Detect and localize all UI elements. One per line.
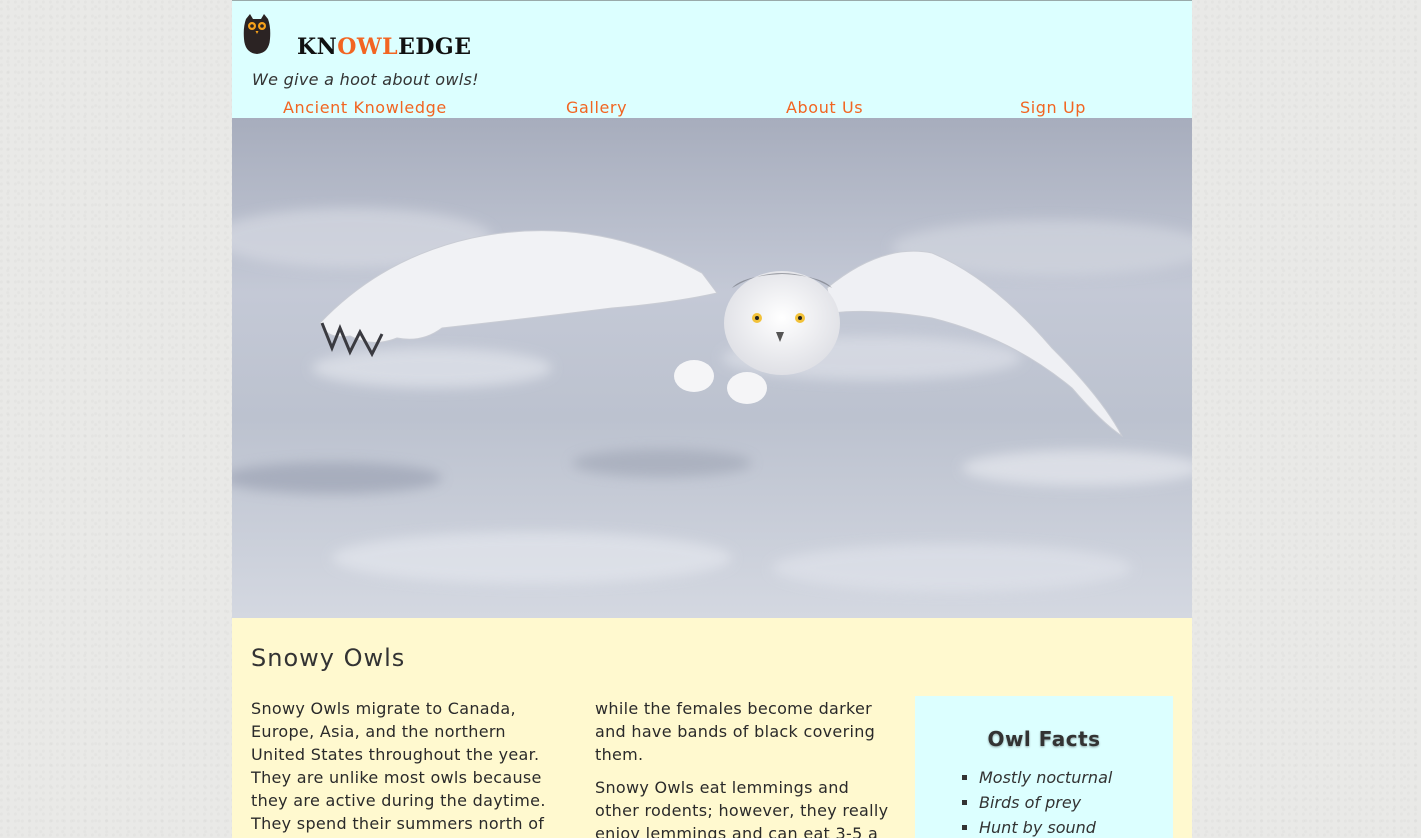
brand-prefix: KN bbox=[297, 34, 338, 60]
snowy-owl-photo-icon bbox=[232, 118, 1192, 618]
nav-link-gallery[interactable]: Gallery bbox=[566, 98, 627, 117]
owl-facts-title: Owl Facts bbox=[987, 727, 1101, 751]
main-nav: Ancient Knowledge Gallery About Us Sign … bbox=[232, 96, 1192, 120]
brand-suffix: EDGE bbox=[398, 34, 472, 60]
section-title: Snowy Owls bbox=[251, 644, 406, 672]
owl-fact-item: Mostly nocturnal bbox=[979, 765, 1112, 790]
nav-link-about-us[interactable]: About Us bbox=[786, 98, 863, 117]
owl-fact-item: Birds of prey bbox=[979, 790, 1112, 815]
article-column-2: while the females become darker and have… bbox=[595, 697, 895, 838]
article-paragraph: while the females become darker and have… bbox=[595, 699, 876, 764]
owl-fact-item: Hunt by sound bbox=[979, 815, 1112, 838]
article-paragraph: Snowy Owls eat lemmings and other rodent… bbox=[595, 778, 889, 838]
owl-facts-list: Mostly nocturnal Birds of prey Hunt by s… bbox=[962, 765, 1112, 838]
article-column-1: Snowy Owls migrate to Canada, Europe, As… bbox=[251, 697, 561, 838]
hero-image bbox=[232, 118, 1192, 618]
main-content: Snowy Owls Snowy Owls migrate to Canada,… bbox=[232, 618, 1192, 838]
nav-link-sign-up[interactable]: Sign Up bbox=[1020, 98, 1086, 117]
owl-logo-icon[interactable] bbox=[243, 13, 271, 55]
brand-highlight: OWL bbox=[337, 34, 399, 60]
brand-wordmark[interactable]: KNOWLEDGE bbox=[297, 34, 471, 60]
nav-link-ancient-knowledge[interactable]: Ancient Knowledge bbox=[283, 98, 447, 117]
owl-facts-panel: Owl Facts Mostly nocturnal Birds of prey… bbox=[915, 696, 1173, 838]
site-header: KNOWLEDGE We give a hoot about owls! Anc… bbox=[232, 0, 1192, 118]
tagline: We give a hoot about owls! bbox=[252, 70, 479, 89]
article-paragraph: Snowy Owls migrate to Canada, Europe, As… bbox=[251, 699, 546, 833]
page: KNOWLEDGE We give a hoot about owls! Anc… bbox=[232, 0, 1192, 838]
